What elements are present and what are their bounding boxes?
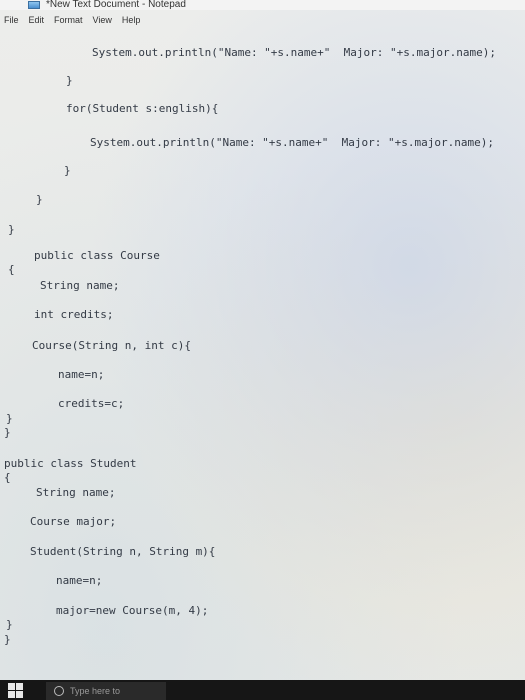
code-line: System.out.println("Name: "+s.name+" Maj…: [90, 136, 494, 149]
code-line: Course major;: [30, 515, 117, 528]
taskbar: Type here to: [0, 680, 525, 700]
menu-edit[interactable]: Edit: [29, 15, 45, 25]
window-title: *New Text Document - Notepad: [46, 0, 186, 10]
code-line: }: [66, 74, 73, 87]
menu-view[interactable]: View: [93, 15, 112, 25]
code-line: major=new Course(m, 4);: [56, 604, 209, 617]
code-line: }: [6, 412, 13, 425]
code-line: }: [36, 193, 43, 206]
code-line: name=n;: [58, 368, 105, 381]
code-line: int credits;: [34, 308, 114, 321]
code-line: }: [64, 164, 71, 177]
code-line: }: [4, 633, 11, 646]
menu-file[interactable]: File: [4, 15, 19, 25]
menu-help[interactable]: Help: [122, 15, 141, 25]
code-line: public class Course: [34, 249, 160, 262]
code-line: }: [4, 426, 11, 439]
code-line: System.out.println("Name: "+s.name+" Maj…: [92, 46, 496, 59]
code-line: }: [8, 223, 15, 236]
code-line: name=n;: [56, 574, 103, 587]
screen: *New Text Document - Notepad File Edit F…: [0, 0, 525, 700]
search-placeholder: Type here to: [70, 686, 121, 696]
code-line: credits=c;: [58, 397, 125, 410]
windows-start-icon[interactable]: [8, 683, 24, 699]
code-line: String name;: [36, 486, 116, 499]
text-editor-area[interactable]: System.out.println("Name: "+s.name+" Maj…: [0, 30, 525, 670]
menu-bar: File Edit Format View Help: [0, 12, 525, 28]
code-line: {: [4, 471, 11, 484]
search-icon: [54, 686, 64, 696]
notepad-icon: [28, 1, 40, 9]
title-bar: *New Text Document - Notepad: [0, 0, 525, 10]
code-line: {: [8, 263, 15, 276]
code-line: Student(String n, String m){: [30, 545, 216, 558]
code-line: }: [6, 618, 13, 631]
code-line: public class Student: [4, 457, 137, 470]
code-line: String name;: [40, 279, 120, 292]
code-line: for(Student s:english){: [66, 102, 219, 115]
menu-format[interactable]: Format: [54, 15, 83, 25]
code-line: Course(String n, int c){: [32, 339, 191, 352]
taskbar-search-box[interactable]: Type here to: [46, 682, 166, 700]
